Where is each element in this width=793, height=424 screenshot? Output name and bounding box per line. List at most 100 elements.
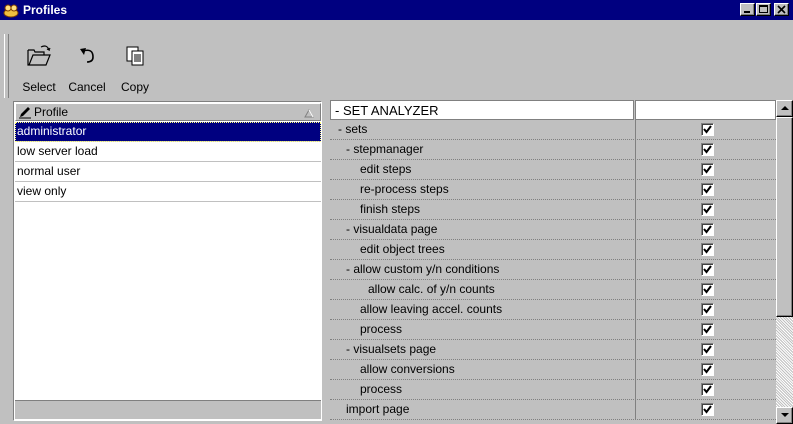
permission-checkbox[interactable] [701,283,714,296]
select-button-label: Select [22,80,56,94]
checkmark-icon [703,125,712,134]
cancel-button-label: Cancel [68,80,106,94]
scroll-down-button[interactable] [776,407,793,424]
checkmark-icon [703,165,712,174]
checkmark-icon [703,305,712,314]
permission-label: allow leaving accel. counts [330,300,634,320]
checkmark-icon [703,385,712,394]
checkmark-icon [703,225,712,234]
permission-label: process [330,380,634,400]
profile-item-administrator[interactable]: administrator [15,122,321,142]
permission-check-cell [635,380,776,400]
profile-item-view-only[interactable]: view only [15,182,321,202]
checkmark-icon [703,245,712,254]
profile-list[interactable]: Profile administrator low server load no… [13,101,322,421]
permission-row[interactable]: edit object trees [330,240,776,260]
permission-checkbox[interactable] [701,123,714,136]
permission-checkbox[interactable] [701,183,714,196]
permission-check-cell [635,360,776,380]
select-button[interactable]: Select [16,34,62,98]
permission-checkbox[interactable] [701,383,714,396]
permission-checkbox[interactable] [701,323,714,336]
copy-document-icon [126,46,144,66]
profile-item-low-server-load[interactable]: low server load [15,142,321,162]
toolbar-grip[interactable] [4,34,9,98]
permission-label: allow calc. of y/n counts [330,280,634,300]
profiles-window-icon [3,2,19,18]
permission-label: - visualdata page [330,220,634,240]
scrollbar-thumb[interactable] [776,117,793,317]
permission-row[interactable]: finish steps [330,200,776,220]
scroll-up-icon [781,106,789,110]
permission-row[interactable]: allow conversions [330,360,776,380]
permission-checkbox[interactable] [701,143,714,156]
pencil-icon [18,105,32,122]
permission-check-cell [635,260,776,280]
permission-row[interactable]: - sets [330,120,776,140]
permission-label: - SET ANALYZER [330,100,634,120]
permission-checkbox[interactable] [701,163,714,176]
permission-checkbox[interactable] [701,403,714,416]
permission-check-cell [635,320,776,340]
scroll-down-icon [781,413,789,417]
permission-label: process [330,320,634,340]
permission-check-cell [635,400,776,420]
undo-arrow-icon [80,48,94,63]
permission-row[interactable]: process [330,380,776,400]
permission-row[interactable]: process [330,320,776,340]
permission-checkbox[interactable] [701,263,714,276]
open-folder-icon [27,45,51,66]
maximize-button[interactable] [756,3,771,16]
permission-check-cell [635,160,776,180]
checkmark-icon [703,285,712,294]
permission-row[interactable]: - allow custom y/n conditions [330,260,776,280]
vertical-scrollbar[interactable] [776,100,793,424]
cancel-button[interactable]: Cancel [64,34,110,98]
profile-item-normal-user[interactable]: normal user [15,162,321,182]
permission-row[interactable]: import page [330,400,776,420]
permission-check-cell [635,280,776,300]
permission-check-cell [635,300,776,320]
permission-row[interactable]: - visualdata page [330,220,776,240]
permission-row[interactable]: - SET ANALYZER [330,100,776,120]
scroll-up-button[interactable] [776,100,793,117]
checkmark-icon [703,205,712,214]
permission-label: edit object trees [330,240,634,260]
permission-checkbox[interactable] [701,363,714,376]
permission-label: edit steps [330,160,634,180]
permission-row[interactable]: allow leaving accel. counts [330,300,776,320]
permission-row[interactable]: - stepmanager [330,140,776,160]
profile-header-label: Profile [34,105,69,119]
minimize-button[interactable] [740,3,755,16]
sort-triangle-icon [304,107,314,121]
toolbar: Select Cancel Copy [4,34,190,98]
permission-label: import page [330,400,634,420]
permission-checkbox[interactable] [701,223,714,236]
permission-checkbox[interactable] [701,303,714,316]
minimize-icon [744,11,750,13]
checkmark-icon [703,405,712,414]
permission-label: finish steps [330,200,634,220]
permission-row[interactable]: - visualsets page [330,340,776,360]
copy-button[interactable]: Copy [112,34,158,98]
maximize-icon [759,5,768,13]
close-button[interactable] [774,3,789,16]
permission-checkbox[interactable] [701,343,714,356]
permission-label: - visualsets page [330,340,634,360]
permission-tree[interactable]: - SET ANALYZER - sets - stepmanager edit st… [330,100,776,424]
window-titlebar[interactable]: Profiles [0,0,793,20]
permission-row[interactable]: allow calc. of y/n counts [330,280,776,300]
permission-checkbox[interactable] [701,243,714,256]
permission-row[interactable]: re-process steps [330,180,776,200]
profile-column-header[interactable]: Profile [15,103,321,121]
checkmark-icon [703,145,712,154]
permission-label: - allow custom y/n conditions [330,260,634,280]
permission-label: re-process steps [330,180,634,200]
permission-label: allow conversions [330,360,634,380]
permission-row[interactable]: edit steps [330,160,776,180]
checkmark-icon [703,325,712,334]
permission-check-cell [635,100,776,120]
permission-check-cell [635,220,776,240]
permission-check-cell [635,180,776,200]
permission-checkbox[interactable] [701,203,714,216]
